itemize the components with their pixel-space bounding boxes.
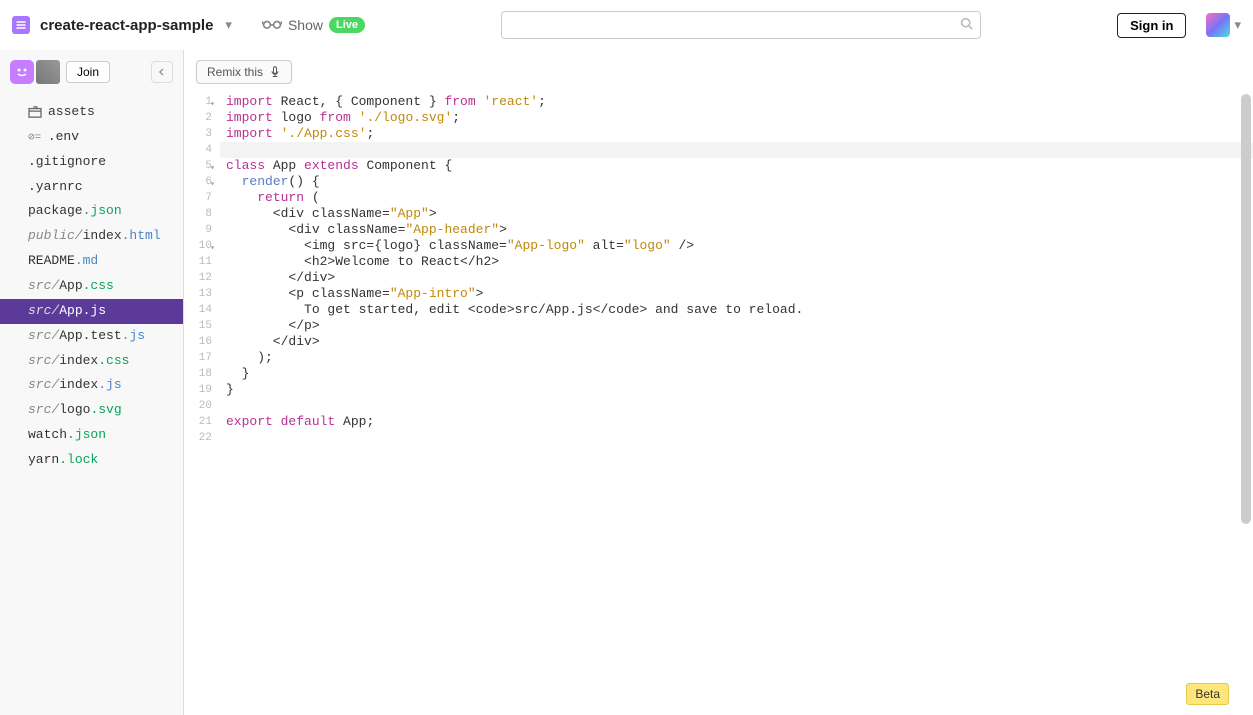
file-row[interactable]: public/index.html <box>0 224 183 249</box>
assets-label: assets <box>48 103 95 122</box>
header-bar: create-react-app-sample ▾ Show Live Sign… <box>0 0 1253 50</box>
code-editor[interactable]: 1▾2345▾6▾78910▾111213141516171819202122 … <box>184 94 1253 715</box>
scrollbar-thumb[interactable] <box>1241 94 1251 524</box>
glasses-icon <box>262 18 282 33</box>
file-row[interactable]: package.json <box>0 199 183 224</box>
file-row[interactable]: src/App.test.js <box>0 324 183 349</box>
file-row[interactable]: README.md <box>0 249 183 274</box>
search-wrap <box>405 11 1077 39</box>
team-avatar[interactable] <box>10 60 34 84</box>
live-badge: Live <box>329 17 365 33</box>
search-input[interactable] <box>501 11 981 39</box>
file-list: assets ⊘= .env.gitignore.yarnrcpackage.j… <box>0 100 183 473</box>
code-content[interactable]: import React, { Component } from 'react'… <box>220 94 1253 715</box>
user-avatar[interactable] <box>36 60 60 84</box>
beta-badge[interactable]: Beta <box>1186 683 1229 705</box>
key-icon: ⊘= <box>28 132 48 144</box>
file-row[interactable]: ⊘= .env <box>0 125 183 150</box>
file-row[interactable]: src/App.js <box>0 299 183 324</box>
join-button[interactable]: Join <box>66 61 110 83</box>
user-menu[interactable]: ▾ <box>1206 13 1241 37</box>
file-row[interactable]: src/index.js <box>0 373 183 398</box>
signin-button[interactable]: Sign in <box>1117 13 1186 38</box>
file-row[interactable]: src/logo.svg <box>0 398 183 423</box>
microphone-icon <box>269 66 281 78</box>
file-row[interactable]: yarn.lock <box>0 448 183 473</box>
file-row[interactable]: src/App.css <box>0 274 183 299</box>
box-icon <box>28 106 42 118</box>
sidebar-top: Join <box>0 50 183 94</box>
assets-row[interactable]: assets <box>0 100 183 125</box>
line-gutter: 1▾2345▾6▾78910▾111213141516171819202122 <box>184 94 220 715</box>
file-row[interactable]: watch.json <box>0 423 183 448</box>
project-name[interactable]: create-react-app-sample <box>40 17 213 34</box>
show-button[interactable]: Show Live <box>262 17 365 33</box>
project-icon <box>12 16 30 34</box>
remix-button[interactable]: Remix this <box>196 60 292 84</box>
editor-toolbar: Remix this <box>184 50 1253 94</box>
main: Join assets ⊘= .env.gitignore.yarnrcpack… <box>0 50 1253 715</box>
avatar <box>1206 13 1230 37</box>
sidebar: Join assets ⊘= .env.gitignore.yarnrcpack… <box>0 50 183 715</box>
chevron-down-icon: ▾ <box>1234 17 1241 33</box>
search-icon <box>960 17 973 33</box>
editor-pane: Remix this 1▾2345▾6▾78910▾11121314151617… <box>183 50 1253 715</box>
remix-label: Remix this <box>207 65 263 79</box>
file-row[interactable]: src/index.css <box>0 349 183 374</box>
file-row[interactable]: .gitignore <box>0 150 183 175</box>
collapse-sidebar-button[interactable] <box>151 61 173 83</box>
show-label: Show <box>288 17 323 33</box>
file-row[interactable]: .yarnrc <box>0 175 183 200</box>
chevron-down-icon[interactable]: ▾ <box>225 17 232 33</box>
